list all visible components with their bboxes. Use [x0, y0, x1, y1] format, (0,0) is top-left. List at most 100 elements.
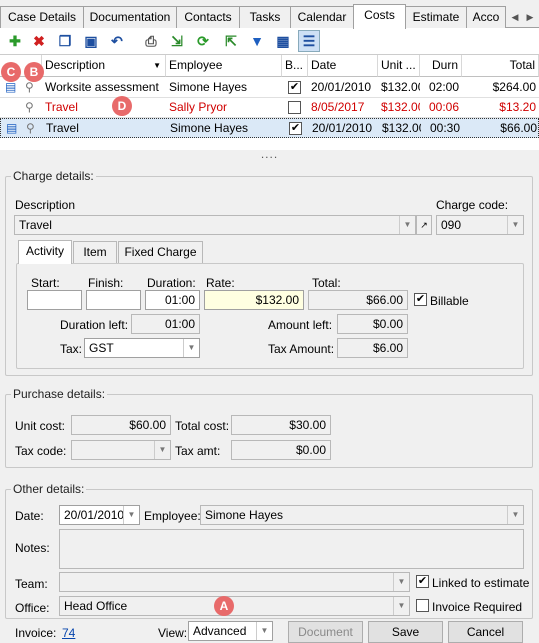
tab-scroll-right-icon[interactable]: ▶ [523, 8, 537, 26]
cell-date: 8/05/2017 [311, 100, 365, 114]
cell-employee: Simone Hayes [169, 80, 248, 94]
rate-field[interactable]: $132.00 [204, 290, 304, 310]
billable-label: Billable [430, 294, 469, 308]
cell-total: $66.00 [500, 121, 537, 135]
toolbar: ✚ ✖ ❐ ▣ ↶ ⎙ ⇲ ⟳ ⇱ ▼ ▦ ☰ [0, 28, 539, 54]
cell-durn: 02:00 [428, 80, 459, 94]
billable-checkbox[interactable] [288, 101, 301, 114]
grid-header-unit[interactable]: Unit ... [378, 55, 420, 77]
description-label: Description [15, 198, 76, 212]
tax-amt-field: $0.00 [231, 440, 331, 460]
billable-checkbox[interactable]: ✔ [414, 293, 427, 306]
table-row[interactable]: ▤ ⚲ Travel Simone Hayes 20/01/2010 $132.00 00:… [0, 118, 539, 138]
tab-fixed-charge[interactable]: Fixed Charge [118, 241, 203, 263]
tax-amt-label: Tax amt: [175, 444, 221, 458]
office-field[interactable]: Head Office ▼ [59, 596, 410, 616]
layout-icon[interactable]: ☰ [298, 30, 320, 52]
table-row[interactable]: ⚲ Travel Sally Pryor 8/05/2017 $132.00 00:06 $… [0, 98, 539, 118]
chevron-down-icon: ▼ [154, 441, 170, 459]
cancel-button[interactable]: Cancel [448, 621, 523, 643]
grid-header-description[interactable]: Description ▼ [42, 55, 166, 77]
finish-field[interactable] [86, 290, 141, 310]
table-row[interactable]: ▤ ⚲ Worksite assessment Simone Hayes 20/01/2… [0, 78, 539, 98]
tax-code-label: Tax code: [15, 444, 67, 458]
tab-calendar[interactable]: Calendar [290, 6, 354, 28]
grid-header-total[interactable]: Total [462, 55, 539, 77]
tax-code-select[interactable]: ▼ [71, 440, 171, 460]
tax-label: Tax: [60, 342, 83, 356]
duration-field[interactable]: 01:00 [145, 290, 200, 310]
chevron-down-icon: ▼ [507, 216, 523, 234]
tax-select[interactable]: GST ▼ [84, 338, 200, 358]
grid-header-durn[interactable]: Durn [420, 55, 462, 77]
splitter[interactable]: .... [0, 148, 539, 164]
charge-details-label: Charge details: [11, 169, 96, 183]
cell-date: 20/01/2010 [312, 121, 373, 135]
description-field[interactable]: Travel ▼ [14, 215, 416, 235]
cell-description: Travel [46, 121, 79, 135]
cell-total: $264.00 [492, 80, 536, 94]
cell-durn: 00:06 [428, 100, 459, 114]
add-icon[interactable]: ✚ [4, 30, 26, 52]
duration-left-field: 01:00 [131, 314, 200, 334]
view-select[interactable]: Advanced ▼ [188, 621, 273, 641]
attachment-icon[interactable]: ⚲ [22, 98, 40, 117]
grid-header-employee[interactable]: Employee [166, 55, 282, 77]
undo-icon[interactable]: ↶ [106, 30, 128, 52]
tab-case-details[interactable]: Case Details [0, 6, 84, 28]
employee-label: Employee: [144, 509, 201, 523]
tab-contacts[interactable]: Contacts [176, 6, 240, 28]
refresh-icon[interactable]: ⟳ [192, 30, 214, 52]
description-browse-button[interactable]: ↗ [416, 215, 432, 235]
amount-left-field: $0.00 [337, 314, 408, 334]
employee-field[interactable]: Simone Hayes ▼ [200, 505, 524, 525]
columns-icon[interactable]: ▦ [272, 30, 294, 52]
start-label: Start: [31, 276, 60, 290]
copy-icon[interactable]: ❐ [54, 30, 76, 52]
tab-tasks[interactable]: Tasks [239, 6, 291, 28]
invoice-link[interactable]: 74 [62, 626, 75, 640]
cell-unit: $132.00 [381, 80, 420, 94]
total-field: $66.00 [308, 290, 408, 310]
export-icon[interactable]: ⇲ [166, 30, 188, 52]
save-button[interactable]: Save [368, 621, 443, 643]
document-button[interactable]: Document [288, 621, 363, 643]
tab-accounts[interactable]: Acco [466, 6, 506, 28]
notes-field[interactable] [59, 529, 524, 569]
save-icon[interactable]: ▣ [80, 30, 102, 52]
invoice-label: Invoice: [15, 626, 57, 640]
date-field[interactable]: 20/01/2010 ▼ [59, 505, 140, 525]
tab-item[interactable]: Item [73, 241, 117, 263]
delete-icon[interactable]: ✖ [28, 30, 50, 52]
team-field[interactable]: ▼ [59, 572, 410, 592]
timesheet-icon: ▤ [6, 121, 18, 135]
tab-activity[interactable]: Activity [18, 240, 72, 264]
import-icon[interactable]: ⇱ [220, 30, 242, 52]
grid-header-billable[interactable]: B... [282, 55, 308, 77]
cell-total: $13.20 [499, 100, 536, 114]
tab-documentation[interactable]: Documentation [83, 6, 177, 28]
invoice-required-checkbox[interactable] [416, 599, 429, 612]
cell-date: 20/01/2010 [311, 80, 372, 94]
office-label: Office: [15, 601, 50, 615]
linked-to-estimate-checkbox[interactable]: ✔ [416, 575, 429, 588]
filter-icon[interactable]: ▼ [246, 30, 268, 52]
grid-header-date[interactable]: Date [308, 55, 378, 77]
cell-description: Travel [45, 100, 78, 114]
tab-estimate[interactable]: Estimate [405, 6, 467, 28]
cell-employee: Simone Hayes [170, 121, 249, 135]
cell-unit: $132.00 [382, 121, 421, 135]
billable-checkbox[interactable]: ✔ [289, 122, 302, 135]
attachment-icon[interactable]: ⚲ [23, 119, 41, 138]
purchase-details-label: Purchase details: [11, 387, 108, 401]
amount-left-label: Amount left: [268, 318, 333, 332]
total-label: Total: [312, 276, 341, 290]
tab-scroll-left-icon[interactable]: ◀ [508, 8, 522, 26]
billable-checkbox[interactable]: ✔ [288, 81, 301, 94]
charge-code-field[interactable]: 090 ▼ [436, 215, 524, 235]
total-cost-label: Total cost: [175, 419, 230, 433]
start-field[interactable] [27, 290, 82, 310]
tab-costs[interactable]: Costs [353, 4, 406, 29]
team-label: Team: [15, 577, 48, 591]
print-icon[interactable]: ⎙ [140, 30, 162, 52]
